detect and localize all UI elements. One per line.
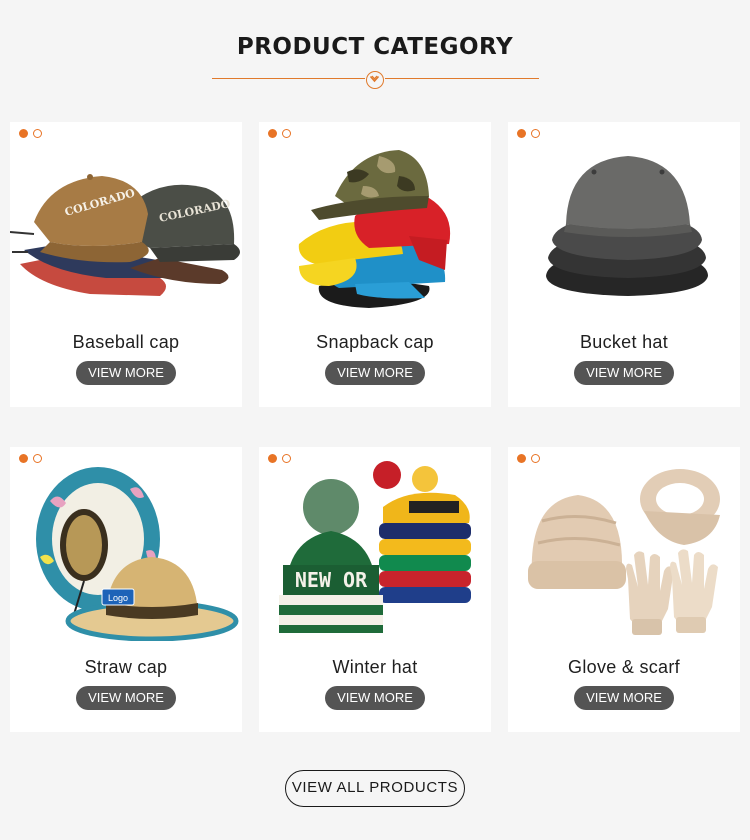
- view-more-button[interactable]: VIEW MORE: [574, 686, 674, 710]
- bucket-hat-image[interactable]: [508, 136, 740, 316]
- category-card-straw-cap[interactable]: Logo Straw cap VIEW MORE: [10, 447, 242, 732]
- view-more-button[interactable]: VIEW MORE: [325, 361, 425, 385]
- baseball-cap-image[interactable]: COLORADO COLORADO: [10, 136, 242, 316]
- category-title[interactable]: Straw cap: [10, 657, 242, 678]
- category-title[interactable]: Snapback cap: [259, 332, 491, 353]
- logo-patch-text: Logo: [108, 593, 128, 603]
- view-more-button[interactable]: VIEW MORE: [76, 361, 176, 385]
- category-title[interactable]: Winter hat: [259, 657, 491, 678]
- view-more-button[interactable]: VIEW MORE: [325, 686, 425, 710]
- category-card-snapback-cap[interactable]: Snapback cap VIEW MORE: [259, 122, 491, 407]
- title-divider-left: [212, 78, 365, 79]
- page-title: PRODUCT CATEGORY: [236, 34, 514, 60]
- category-title[interactable]: Glove & scarf: [508, 657, 740, 678]
- view-more-button[interactable]: VIEW MORE: [76, 686, 176, 710]
- category-title[interactable]: Baseball cap: [10, 332, 242, 353]
- category-title[interactable]: Bucket hat: [508, 332, 740, 353]
- category-card-winter-hat[interactable]: NEW OR Winter hat VIEW MORE: [259, 447, 491, 732]
- view-more-button[interactable]: VIEW MORE: [574, 361, 674, 385]
- straw-cap-image[interactable]: Logo: [10, 461, 242, 641]
- glove-scarf-image[interactable]: [508, 461, 740, 641]
- category-card-baseball-cap[interactable]: COLORADO COLORADO Baseball cap VIEW MORE: [10, 122, 242, 407]
- category-card-bucket-hat[interactable]: Bucket hat VIEW MORE: [508, 122, 740, 407]
- view-all-products-button[interactable]: VIEW ALL PRODUCTS: [285, 770, 465, 807]
- winter-hat-image[interactable]: NEW OR: [259, 461, 491, 641]
- snapback-cap-image[interactable]: [259, 136, 491, 316]
- beanie-text: NEW OR: [295, 568, 368, 592]
- chevron-down-icon: [366, 71, 384, 89]
- category-card-glove-scarf[interactable]: Glove & scarf VIEW MORE: [508, 447, 740, 732]
- title-divider-right: [385, 78, 539, 79]
